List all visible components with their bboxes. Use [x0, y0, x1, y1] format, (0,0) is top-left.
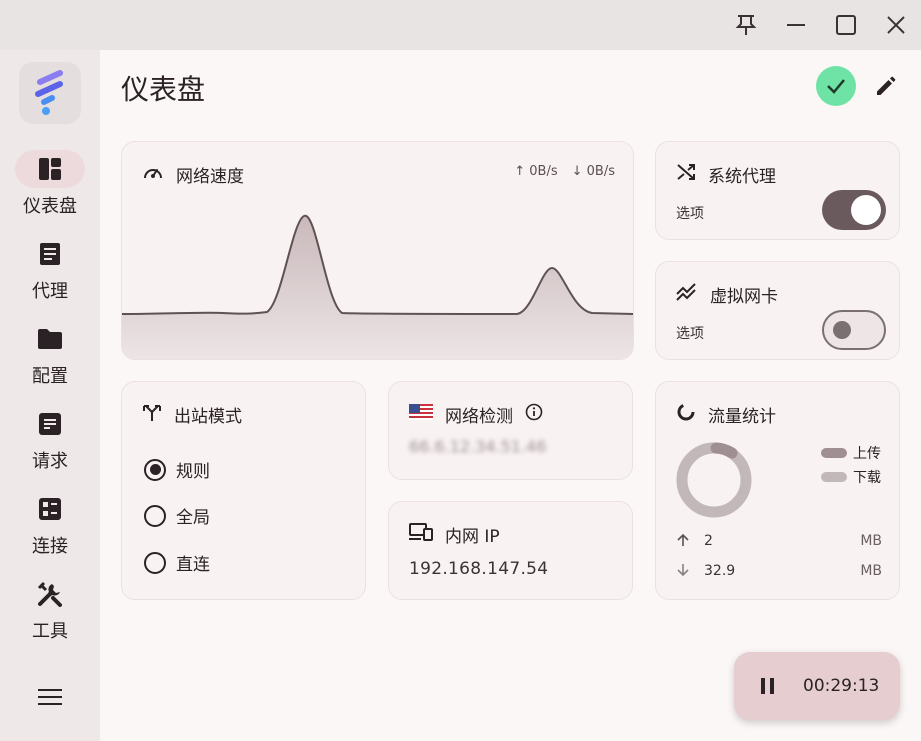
- options-label: 选项: [676, 326, 704, 342]
- options-label: 选项: [676, 206, 704, 222]
- sidebar-item-label: 工具: [32, 621, 68, 642]
- card-title: 内网 IP: [445, 527, 500, 547]
- card-title: 网络检测: [445, 407, 513, 427]
- devices-icon: [409, 523, 433, 546]
- minimize-icon[interactable]: [779, 8, 813, 42]
- system-proxy-toggle[interactable]: [822, 190, 886, 230]
- network-speed-card: 网络速度 ↑ 0B/s ↓ 0B/s: [121, 141, 634, 360]
- close-icon[interactable]: [879, 8, 913, 42]
- card-title: 虚拟网卡: [710, 287, 778, 307]
- speed-chart: [122, 214, 633, 359]
- card-header: 虚拟网卡: [676, 282, 778, 307]
- dashboard-icon: [15, 150, 85, 188]
- card-header: 出站模式: [142, 402, 242, 427]
- sidebar-item-proxy[interactable]: 代理: [0, 235, 100, 315]
- folder-icon: [15, 320, 85, 358]
- network-check-card: 网络检测 66.6.12.34.51.46: [388, 381, 633, 480]
- route-icon: [142, 402, 162, 427]
- radio-label: 直连: [176, 555, 210, 575]
- legend-swatch: [821, 472, 847, 482]
- menu-icon[interactable]: [33, 680, 67, 714]
- us-flag-icon: [409, 404, 433, 425]
- sidebar-item-requests[interactable]: 请求: [0, 405, 100, 485]
- donut-chart-icon: [676, 402, 696, 427]
- system-proxy-card: 系统代理 选项: [655, 141, 900, 240]
- upload-unit: MB: [860, 533, 882, 549]
- sidebar: 仪表盘 代理 配置 请求 连接 工具: [0, 50, 100, 741]
- sidebar-item-label: 请求: [32, 451, 68, 472]
- requests-icon: [15, 405, 85, 443]
- sidebar-item-connections[interactable]: 连接: [0, 490, 100, 570]
- pin-icon[interactable]: [729, 8, 763, 42]
- legend-upload: 上传: [821, 443, 881, 463]
- sidebar-item-dashboard[interactable]: 仪表盘: [0, 150, 100, 230]
- legend-download: 下载: [821, 467, 881, 487]
- shuffle-icon: [676, 162, 696, 187]
- card-title: 流量统计: [708, 407, 776, 427]
- virtual-nic-card: 虚拟网卡 选项: [655, 261, 900, 360]
- maximize-icon[interactable]: [829, 8, 863, 42]
- radio-global[interactable]: 全局: [144, 503, 210, 528]
- virtual-nic-toggle[interactable]: [822, 310, 886, 350]
- timer-fab[interactable]: 00:29:13: [734, 652, 900, 720]
- pause-icon[interactable]: [756, 674, 780, 698]
- app-logo: [19, 62, 81, 124]
- sidebar-item-config[interactable]: 配置: [0, 320, 100, 400]
- status-check-icon[interactable]: [816, 66, 856, 106]
- legend-label: 下载: [853, 470, 881, 486]
- sidebar-item-tools[interactable]: 工具: [0, 575, 100, 655]
- radio-direct[interactable]: 直连: [144, 550, 210, 575]
- outbound-mode-card: 出站模式 规则 全局 直连: [121, 381, 366, 600]
- card-header: 系统代理: [676, 162, 776, 187]
- tools-icon: [15, 575, 85, 613]
- trending-icon: [676, 283, 698, 306]
- title-bar: [0, 0, 921, 50]
- intranet-ip-card: 内网 IP 192.168.147.54: [388, 501, 633, 600]
- sidebar-item-label: 仪表盘: [23, 196, 77, 217]
- radio-button[interactable]: [144, 504, 166, 527]
- info-icon[interactable]: [525, 403, 543, 426]
- radio-label: 全局: [176, 508, 210, 528]
- network-check-result: 66.6.12.34.51.46: [409, 437, 547, 456]
- legend-label: 上传: [853, 446, 881, 462]
- connections-icon: [15, 490, 85, 528]
- card-header: 内网 IP: [409, 522, 500, 547]
- elapsed-time: 00:29:13: [803, 676, 880, 696]
- radio-button[interactable]: [144, 551, 166, 574]
- edit-icon[interactable]: [870, 70, 902, 102]
- traffic-donut: [676, 442, 752, 518]
- download-total: 32.9: [704, 563, 736, 579]
- upload-total: 2: [704, 533, 713, 549]
- download-unit: MB: [860, 563, 882, 579]
- sidebar-item-label: 配置: [32, 366, 68, 387]
- card-title: 系统代理: [708, 167, 776, 187]
- ip-address: 192.168.147.54: [409, 559, 549, 579]
- card-header: 网络检测: [409, 402, 543, 427]
- sidebar-item-label: 连接: [32, 536, 68, 557]
- traffic-stats-card: 流量统计 上传 下载 2 MB 32.9 MB: [655, 381, 900, 600]
- proxy-icon: [15, 235, 85, 273]
- arrow-up-icon: [676, 533, 690, 551]
- legend-swatch: [821, 448, 847, 458]
- radio-label: 规则: [176, 462, 210, 482]
- sidebar-item-label: 代理: [32, 281, 68, 302]
- arrow-down-icon: [676, 563, 690, 581]
- card-title: 出站模式: [174, 407, 242, 427]
- page-title: 仪表盘: [121, 73, 206, 106]
- card-header: 流量统计: [676, 402, 776, 427]
- radio-rule[interactable]: 规则: [144, 457, 210, 482]
- radio-button[interactable]: [144, 458, 166, 481]
